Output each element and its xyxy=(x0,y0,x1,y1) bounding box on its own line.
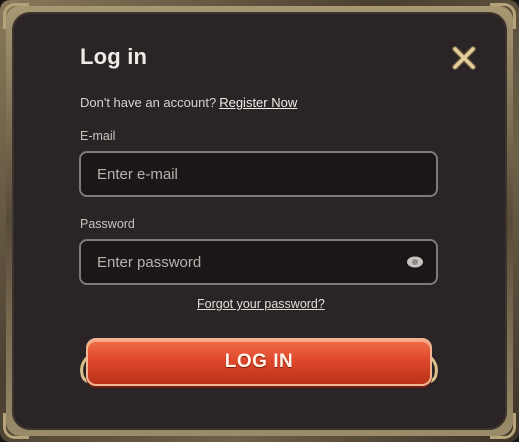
login-button-wrapper: LOG IN xyxy=(78,336,440,392)
dialog-title: Log in xyxy=(80,44,148,69)
signup-prompt: Don't have an account? Register Now xyxy=(80,95,297,110)
eye-icon xyxy=(407,256,423,268)
show-password-button[interactable] xyxy=(406,254,424,270)
signup-prompt-text: Don't have an account? xyxy=(80,95,217,110)
close-icon xyxy=(452,46,476,70)
login-button[interactable]: LOG IN xyxy=(86,338,432,386)
password-field[interactable] xyxy=(97,241,397,283)
register-now-link[interactable]: Register Now xyxy=(219,95,297,110)
login-button-label: LOG IN xyxy=(224,351,294,372)
close-button[interactable] xyxy=(450,44,478,72)
password-label: Password xyxy=(80,217,135,231)
email-label: E-mail xyxy=(80,129,116,143)
password-field-box[interactable] xyxy=(79,239,438,285)
email-field-box[interactable] xyxy=(79,151,438,197)
email-field[interactable] xyxy=(97,153,397,195)
dialog-frame: Log in Don't have an account? Register No… xyxy=(0,0,519,442)
forgot-password-link[interactable]: Forgot your password? xyxy=(197,297,325,311)
